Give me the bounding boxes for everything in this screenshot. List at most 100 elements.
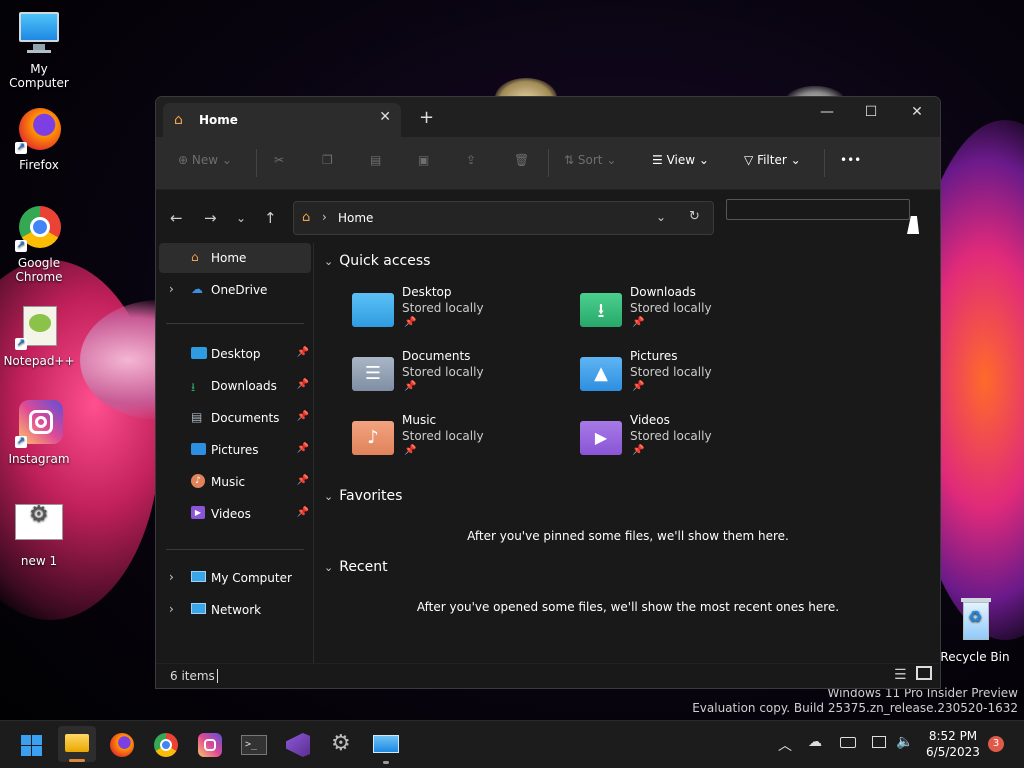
- filter-button[interactable]: ▽ Filter ⌄: [744, 153, 801, 167]
- nav-item-home[interactable]: ⌂ Home: [159, 243, 311, 273]
- delete-icon[interactable]: 🗑: [514, 153, 529, 167]
- expand-chevron-icon[interactable]: ›: [169, 602, 174, 616]
- quick-access-pictures[interactable]: ▲ Pictures Stored locally 📌: [580, 349, 780, 403]
- desktop-icon-my-computer[interactable]: My Computer: [0, 10, 78, 90]
- home-icon: ⌂: [302, 210, 311, 225]
- desktop-folder-icon: [352, 293, 394, 327]
- quick-access-downloads[interactable]: ⭳ Downloads Stored locally 📌: [580, 285, 780, 339]
- desktop-icon-firefox[interactable]: ↗ Firefox: [0, 106, 78, 172]
- download-icon: ⭳: [191, 380, 196, 394]
- tab-title: Home: [199, 113, 238, 127]
- taskbar-file-explorer[interactable]: [58, 726, 96, 762]
- status-divider: [217, 669, 218, 683]
- desktop-icon-recycle-bin[interactable]: ♻ Recycle Bin: [936, 598, 1014, 664]
- taskbar-terminal[interactable]: >_: [240, 731, 268, 759]
- maximize-button[interactable]: ☐: [848, 101, 894, 123]
- tiles-view-icon[interactable]: [916, 666, 932, 680]
- forward-arrow-icon[interactable]: →: [204, 209, 217, 227]
- desktop-icon-new1[interactable]: ⚙ new 1: [0, 502, 78, 568]
- new-tab-button[interactable]: +: [419, 107, 434, 128]
- tab-close-button[interactable]: ✕: [379, 109, 391, 125]
- home-icon: ⌂: [174, 112, 183, 128]
- keyboard-icon[interactable]: [840, 737, 856, 748]
- breadcrumb-home[interactable]: Home: [338, 211, 373, 225]
- desktop-icon-notepadpp[interactable]: ↗ Notepad++: [0, 302, 78, 368]
- quick-access-documents[interactable]: ☰ Documents Stored locally 📌: [352, 349, 552, 403]
- pin-icon: 📌: [296, 379, 309, 390]
- start-button[interactable]: [18, 731, 46, 759]
- status-bar: 6 items ☰: [156, 663, 940, 688]
- details-view-icon[interactable]: ☰: [894, 667, 907, 683]
- address-dropdown-icon[interactable]: ⌄: [656, 210, 666, 224]
- notification-badge[interactable]: 3: [988, 736, 1004, 752]
- nav-item-onedrive[interactable]: › ☁ OneDrive: [159, 275, 311, 305]
- quick-access-desktop[interactable]: Desktop Stored locally 📌: [352, 285, 552, 339]
- gear-icon: ⚙: [331, 731, 351, 756]
- close-button[interactable]: ✕: [894, 101, 940, 123]
- tab-home[interactable]: ⌂ Home ✕: [163, 103, 401, 137]
- desktop-icon-instagram[interactable]: ↗ Instagram: [0, 400, 78, 466]
- desktop-folder-icon: [191, 346, 207, 360]
- nav-item-videos[interactable]: ▶ Videos 📌: [159, 499, 311, 529]
- nav-item-my-computer[interactable]: › My Computer: [159, 563, 311, 593]
- paste-icon[interactable]: ▤: [370, 153, 381, 167]
- pin-icon: 📌: [296, 475, 309, 486]
- recent-locations-chevron-icon[interactable]: ⌄: [236, 211, 246, 225]
- expand-chevron-icon[interactable]: ›: [169, 282, 174, 296]
- taskbar-remote-desktop[interactable]: [372, 731, 400, 764]
- view-icon: ☰: [652, 153, 663, 167]
- sort-button[interactable]: ⇅ Sort ⌄: [564, 153, 616, 167]
- cloud-offline-icon[interactable]: ☁: [808, 734, 822, 750]
- taskbar-firefox[interactable]: [108, 731, 136, 759]
- instagram-lens: [204, 739, 216, 751]
- documents-folder-icon: ☰: [352, 357, 394, 391]
- nav-item-documents[interactable]: ▤ Documents 📌: [159, 403, 311, 433]
- network-status-icon[interactable]: [872, 736, 886, 748]
- taskbar-visual-studio[interactable]: [284, 731, 312, 759]
- minimize-button[interactable]: —: [804, 101, 850, 123]
- pictures-folder-icon: ▲: [580, 357, 622, 391]
- volume-icon[interactable]: 🔈: [896, 734, 913, 750]
- up-arrow-icon[interactable]: ↑: [264, 209, 277, 227]
- favorites-empty-message: After you've pinned some files, we'll sh…: [467, 529, 789, 543]
- more-options-button[interactable]: •••: [840, 153, 861, 167]
- pin-icon: 📌: [404, 317, 417, 328]
- desktop-icon-label: Recycle Bin: [940, 650, 1010, 664]
- rename-icon[interactable]: ▣: [418, 153, 429, 167]
- nav-item-desktop[interactable]: Desktop 📌: [159, 339, 311, 369]
- favorites-header[interactable]: ⌄ Favorites: [324, 488, 402, 504]
- view-button[interactable]: ☰ View ⌄: [652, 153, 709, 167]
- notepadpp-icon: ↗: [15, 302, 63, 350]
- taskbar-chrome[interactable]: [152, 731, 180, 759]
- share-icon[interactable]: ⇪: [466, 153, 476, 167]
- new-button[interactable]: ⊕ New ⌄: [178, 153, 232, 167]
- pin-icon: 📌: [632, 317, 645, 328]
- refresh-icon[interactable]: ↻: [689, 209, 700, 224]
- expand-chevron-icon[interactable]: ›: [169, 570, 174, 584]
- desktop-icon-chrome[interactable]: ↗ Google Chrome: [0, 204, 78, 284]
- pin-icon: 📌: [632, 445, 645, 456]
- divider: [166, 323, 304, 324]
- quick-access-music[interactable]: ♪ Music Stored locally 📌: [352, 413, 552, 467]
- quick-access-videos[interactable]: ▶ Videos Stored locally 📌: [580, 413, 780, 467]
- address-bar[interactable]: ⌂ › Home ⌄ ↻: [293, 201, 714, 235]
- cloud-icon: ☁: [191, 282, 203, 296]
- quick-access-header[interactable]: ⌄ Quick access: [324, 253, 430, 269]
- show-hidden-icons-chevron-icon[interactable]: ︿: [778, 735, 792, 755]
- search-input[interactable]: [726, 199, 910, 220]
- taskbar-instagram[interactable]: [196, 731, 224, 759]
- nav-item-music[interactable]: ♪ Music 📌: [159, 467, 311, 497]
- taskbar-settings-app[interactable]: ⚙: [328, 731, 356, 759]
- nav-item-downloads[interactable]: ⭳ Downloads 📌: [159, 371, 311, 401]
- clock[interactable]: 8:52 PM 6/5/2023: [920, 728, 986, 760]
- back-arrow-icon[interactable]: ←: [170, 209, 183, 227]
- desktop-icon-label: My Computer: [9, 62, 69, 90]
- active-indicator: [69, 759, 85, 762]
- nav-item-pictures[interactable]: Pictures 📌: [159, 435, 311, 465]
- collapse-chevron-icon: ⌄: [324, 490, 334, 503]
- recent-header[interactable]: ⌄ Recent: [324, 559, 388, 575]
- nav-item-network[interactable]: › Network: [159, 595, 311, 625]
- copy-icon[interactable]: ❐: [322, 153, 333, 167]
- cut-icon[interactable]: ✂: [274, 153, 284, 167]
- pin-icon: 📌: [632, 381, 645, 392]
